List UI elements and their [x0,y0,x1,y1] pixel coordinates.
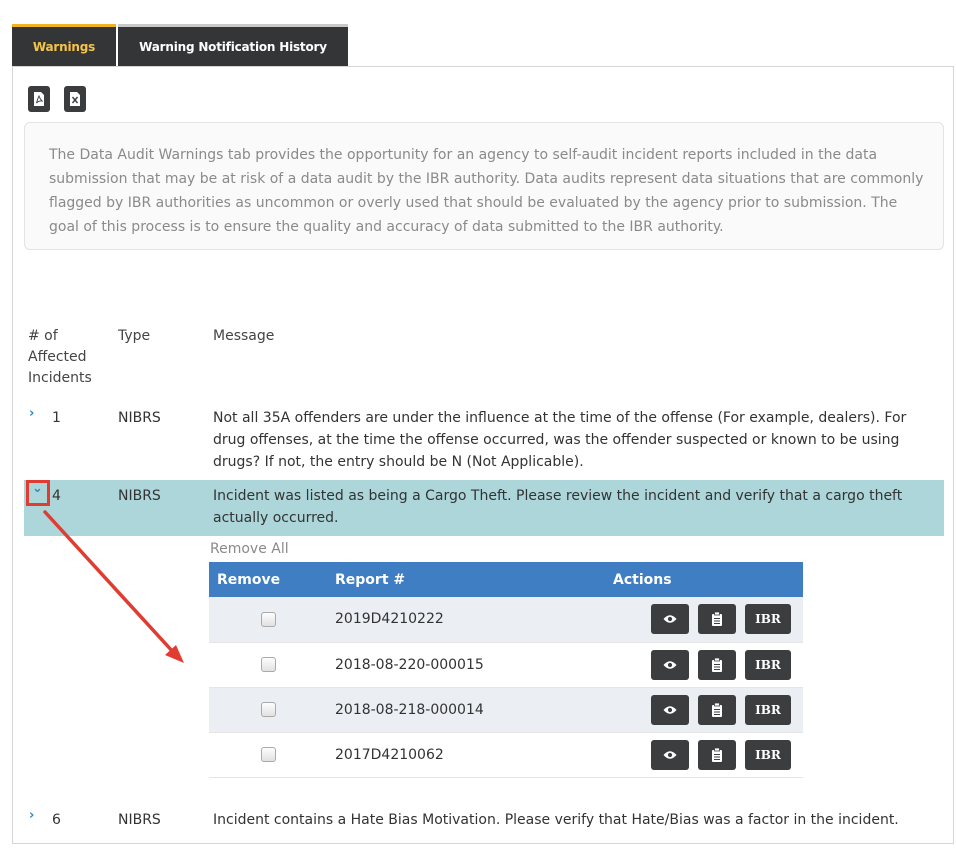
clipboard-icon [712,657,722,672]
export-excel-button[interactable] [64,86,86,112]
ibr-button[interactable]: IBR [745,604,791,635]
col-report: Report # [327,562,605,597]
eye-icon [663,660,677,669]
clipboard-button[interactable] [698,694,736,725]
view-button[interactable] [651,649,689,680]
header-type: Type [118,328,151,344]
warning-type: NIBRS [118,812,161,828]
header-affected-incidents: # of Affected Incidents [28,328,92,386]
clipboard-button[interactable] [698,604,736,635]
warning-message: Incident contains a Hate Bias Motivation… [213,812,899,828]
warning-count: 6 [52,812,61,828]
export-pdf-button[interactable] [28,86,50,112]
table-row: 2018-08-218-000014 IBR [209,687,803,733]
col-remove: Remove [209,562,327,597]
chevron-right-icon[interactable]: › [29,808,34,823]
table-row: 2017D4210062 IBR [209,732,803,778]
clipboard-icon [712,612,722,627]
remove-checkbox[interactable] [260,702,276,717]
eye-icon [663,750,677,759]
clipboard-button[interactable] [698,649,736,680]
chevron-right-icon[interactable]: › [29,406,34,421]
clipboard-button[interactable] [698,739,736,770]
warning-message: Incident was listed as being a Cargo The… [213,488,903,526]
report-number: 2017D4210062 [327,732,605,778]
report-number: 2018-08-218-000014 [327,687,605,733]
ibr-button[interactable]: IBR [745,694,791,725]
annotation-highlight-box [26,480,50,506]
warning-count: 1 [52,410,61,426]
info-description: The Data Audit Warnings tab provides the… [24,122,944,250]
warning-count: 4 [52,488,61,504]
report-table: Remove Report # Actions 2019D4210222 IBR… [209,562,803,778]
warning-message: Not all 35A offenders are under the infl… [213,410,907,470]
view-button[interactable] [651,604,689,635]
tab-bar: Warnings Warning Notification History [12,24,350,67]
report-number: 2019D4210222 [327,597,605,643]
remove-checkbox[interactable] [260,747,276,762]
excel-icon [70,92,80,106]
clipboard-icon [712,702,722,717]
view-button[interactable] [651,739,689,770]
warning-type: NIBRS [118,410,161,426]
header-message: Message [213,328,275,344]
warning-type: NIBRS [118,488,161,504]
col-actions: Actions [605,562,803,597]
eye-icon [663,615,677,623]
view-button[interactable] [651,694,689,725]
eye-icon [663,705,677,714]
pdf-icon [34,92,44,106]
clipboard-icon [712,747,722,762]
remove-checkbox[interactable] [260,611,276,627]
tab-warning-notification-history[interactable]: Warning Notification History [118,24,348,67]
remove-all-link[interactable]: Remove All [210,541,289,557]
table-row: 2019D4210222 IBR [209,597,803,643]
report-number: 2018-08-220-000015 [327,642,605,688]
ibr-button[interactable]: IBR [745,739,791,770]
ibr-button[interactable]: IBR [745,649,791,680]
table-row: 2018-08-220-000015 IBR [209,642,803,688]
remove-checkbox[interactable] [260,657,276,672]
tab-warnings[interactable]: Warnings [12,24,116,67]
